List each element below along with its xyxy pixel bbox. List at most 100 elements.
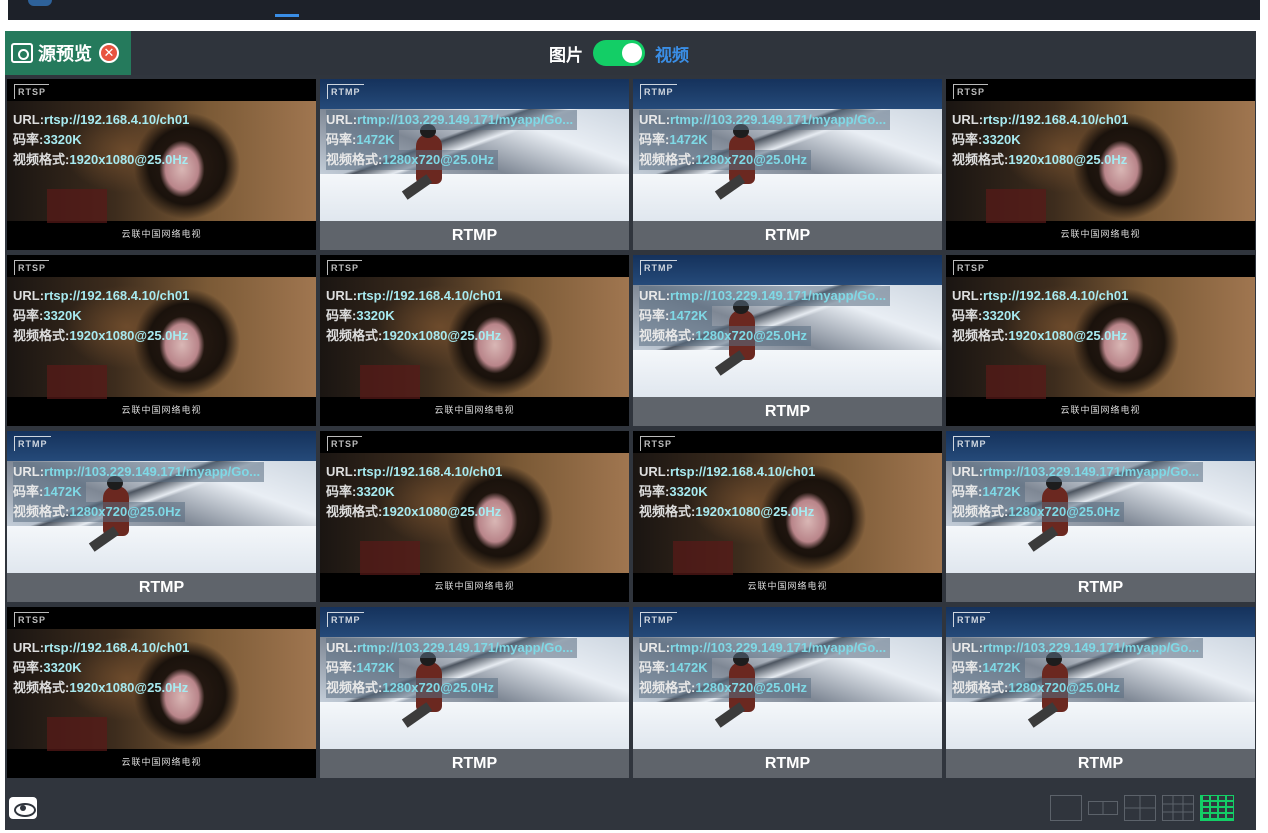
stream-url: rtmp://103.229.149.171/myapp/Go... — [670, 288, 887, 303]
bitrate-prefix: 码率: — [13, 660, 44, 675]
url-row: URL:rtmp://103.229.149.171/myapp/Go... — [326, 110, 578, 130]
bitrate-prefix: 码率: — [952, 660, 983, 675]
video-tile[interactable]: RTMP RTMP URL:rtmp://103.229.149.171/myapp… — [633, 79, 942, 250]
stream-url: rtmp://103.229.149.171/myapp/Go... — [44, 464, 261, 479]
image-mode-label[interactable]: 图片 — [549, 41, 583, 66]
bitrate-row: 码率:1472K — [326, 130, 399, 150]
format-prefix: 视频格式: — [952, 504, 1009, 519]
video-tile[interactable]: RTMP RTMP URL:rtmp://103.229.149.171/myapp… — [633, 607, 942, 778]
channel-caption: 云联中国网络电视 — [121, 757, 202, 767]
format-prefix: 视频格式: — [13, 328, 70, 343]
stream-format: 1920x1080@25.0Hz — [382, 504, 502, 519]
protocol-tag: RTSP — [953, 260, 989, 275]
video-tile[interactable]: 云联中国网络电视 RTSP URL:rtsp://192.168.4.10/ch01… — [633, 431, 942, 602]
channel-caption: 云联中国网络电视 — [121, 405, 202, 415]
bitrate-row: 码率:1472K — [952, 658, 1025, 678]
video-tile[interactable]: RTMP RTMP URL:rtmp://103.229.149.171/myapp… — [633, 255, 942, 426]
protocol-caption: RTMP — [633, 397, 942, 426]
video-frame-snow — [633, 174, 942, 224]
stream-url: rtmp://103.229.149.171/myapp/Go... — [670, 640, 887, 655]
stream-info: URL:rtsp://192.168.4.10/ch01 码率:3320K 视频格式… — [326, 286, 502, 346]
source-preview-label: 源预览 — [38, 44, 92, 64]
layout-1-icon[interactable] — [1050, 795, 1082, 821]
layout-16-icon[interactable] — [1200, 795, 1234, 821]
layout-4-icon[interactable] — [1124, 795, 1156, 821]
stream-info: URL:rtsp://192.168.4.10/ch01 码率:3320K 视频格式… — [326, 462, 502, 522]
url-prefix: URL: — [326, 464, 358, 479]
format-prefix: 视频格式: — [326, 328, 383, 343]
bitrate-prefix: 码率: — [326, 132, 357, 147]
format-row: 视频格式:1920x1080@25.0Hz — [13, 152, 188, 167]
video-tile[interactable]: 云联中国网络电视 RTSP URL:rtsp://192.168.4.10/ch01… — [7, 79, 316, 250]
bitrate-prefix: 码率: — [13, 132, 44, 147]
mode-toggle[interactable] — [593, 40, 645, 66]
channel-caption: 云联中国网络电视 — [434, 581, 515, 591]
protocol-tag: RTSP — [953, 84, 989, 99]
url-row: URL:rtmp://103.229.149.171/myapp/Go... — [13, 462, 265, 482]
video-tile[interactable]: 云联中国网络电视 RTSP URL:rtsp://192.168.4.10/ch01… — [7, 607, 316, 778]
url-prefix: URL: — [13, 288, 45, 303]
eye-icon[interactable] — [9, 797, 37, 819]
bitrate-row: 码率:3320K — [952, 308, 1021, 323]
protocol-tag: RTMP — [953, 436, 990, 451]
format-prefix: 视频格式: — [639, 680, 696, 695]
url-row: URL:rtmp://103.229.149.171/myapp/Go... — [326, 638, 578, 658]
url-prefix: URL: — [952, 288, 984, 303]
format-prefix: 视频格式: — [13, 152, 70, 167]
stream-format: 1920x1080@25.0Hz — [1008, 328, 1128, 343]
format-prefix: 视频格式: — [326, 152, 383, 167]
stream-info: URL:rtsp://192.168.4.10/ch01 码率:3320K 视频格式… — [639, 462, 815, 522]
protocol-caption: RTMP — [946, 573, 1255, 602]
url-row: URL:rtsp://192.168.4.10/ch01 — [13, 640, 189, 655]
url-row: URL:rtmp://103.229.149.171/myapp/Go... — [952, 638, 1204, 658]
bitrate-prefix: 码率: — [639, 308, 670, 323]
format-row: 视频格式:1280x720@25.0Hz — [326, 678, 499, 698]
stream-bitrate: 3320K — [43, 308, 82, 323]
channel-caption: 云联中国网络电视 — [1060, 405, 1141, 415]
video-tile[interactable]: RTMP RTMP URL:rtmp://103.229.149.171/myapp… — [946, 431, 1255, 602]
url-prefix: URL: — [326, 640, 358, 655]
format-prefix: 视频格式: — [952, 680, 1009, 695]
url-row: URL:rtsp://192.168.4.10/ch01 — [13, 288, 189, 303]
layout-2-icon[interactable] — [1088, 801, 1118, 815]
bitrate-prefix: 码率: — [952, 484, 983, 499]
video-tile[interactable]: 云联中国网络电视 RTSP URL:rtsp://192.168.4.10/ch01… — [946, 255, 1255, 426]
channel-caption: 云联中国网络电视 — [434, 405, 515, 415]
stream-info: URL:rtmp://103.229.149.171/myapp/Go... 码率… — [639, 286, 891, 346]
video-tile[interactable]: RTMP RTMP URL:rtmp://103.229.149.171/myapp… — [320, 607, 629, 778]
stream-bitrate: 1472K — [669, 132, 708, 147]
protocol-tag: RTMP — [14, 436, 51, 451]
video-tile[interactable]: 云联中国网络电视 RTSP URL:rtsp://192.168.4.10/ch01… — [7, 255, 316, 426]
format-row: 视频格式:1920x1080@25.0Hz — [639, 504, 814, 519]
close-icon[interactable]: ✕ — [99, 43, 119, 63]
preview-icon — [11, 43, 33, 63]
url-row: URL:rtsp://192.168.4.10/ch01 — [326, 288, 502, 303]
format-row: 视频格式:1280x720@25.0Hz — [326, 150, 499, 170]
protocol-caption: RTMP — [7, 573, 316, 602]
layout-9-icon[interactable] — [1162, 795, 1194, 821]
format-prefix: 视频格式: — [13, 680, 70, 695]
stream-format: 1920x1080@25.0Hz — [1008, 152, 1128, 167]
format-row: 视频格式:1280x720@25.0Hz — [952, 502, 1125, 522]
bitrate-prefix: 码率: — [326, 308, 357, 323]
video-tile[interactable]: 云联中国网络电视 RTSP URL:rtsp://192.168.4.10/ch01… — [320, 431, 629, 602]
stream-bitrate: 1472K — [982, 484, 1021, 499]
stream-format: 1280x720@25.0Hz — [1008, 504, 1121, 519]
bitrate-row: 码率:3320K — [639, 484, 708, 499]
video-tile[interactable]: 云联中国网络电视 RTSP URL:rtsp://192.168.4.10/ch01… — [320, 255, 629, 426]
stream-bitrate: 1472K — [356, 132, 395, 147]
layout-switcher — [1050, 795, 1234, 821]
stream-info: URL:rtmp://103.229.149.171/myapp/Go... 码率… — [639, 110, 891, 170]
video-tile[interactable]: RTMP RTMP URL:rtmp://103.229.149.171/myapp… — [320, 79, 629, 250]
video-tile[interactable]: 云联中国网络电视 RTSP URL:rtsp://192.168.4.10/ch01… — [946, 79, 1255, 250]
protocol-tag: RTMP — [640, 260, 677, 275]
video-tile[interactable]: RTMP RTMP URL:rtmp://103.229.149.171/myapp… — [946, 607, 1255, 778]
video-tile[interactable]: RTMP RTMP URL:rtmp://103.229.149.171/myapp… — [7, 431, 316, 602]
video-frame-snow — [320, 174, 629, 224]
source-preview-tab[interactable]: 源预览 ✕ — [5, 31, 131, 75]
stream-bitrate: 3320K — [982, 132, 1021, 147]
protocol-tag: RTMP — [640, 84, 677, 99]
video-mode-label[interactable]: 视频 — [655, 41, 689, 66]
url-row: URL:rtsp://192.168.4.10/ch01 — [639, 464, 815, 479]
stream-info: URL:rtmp://103.229.149.171/myapp/Go... 码率… — [952, 462, 1204, 522]
